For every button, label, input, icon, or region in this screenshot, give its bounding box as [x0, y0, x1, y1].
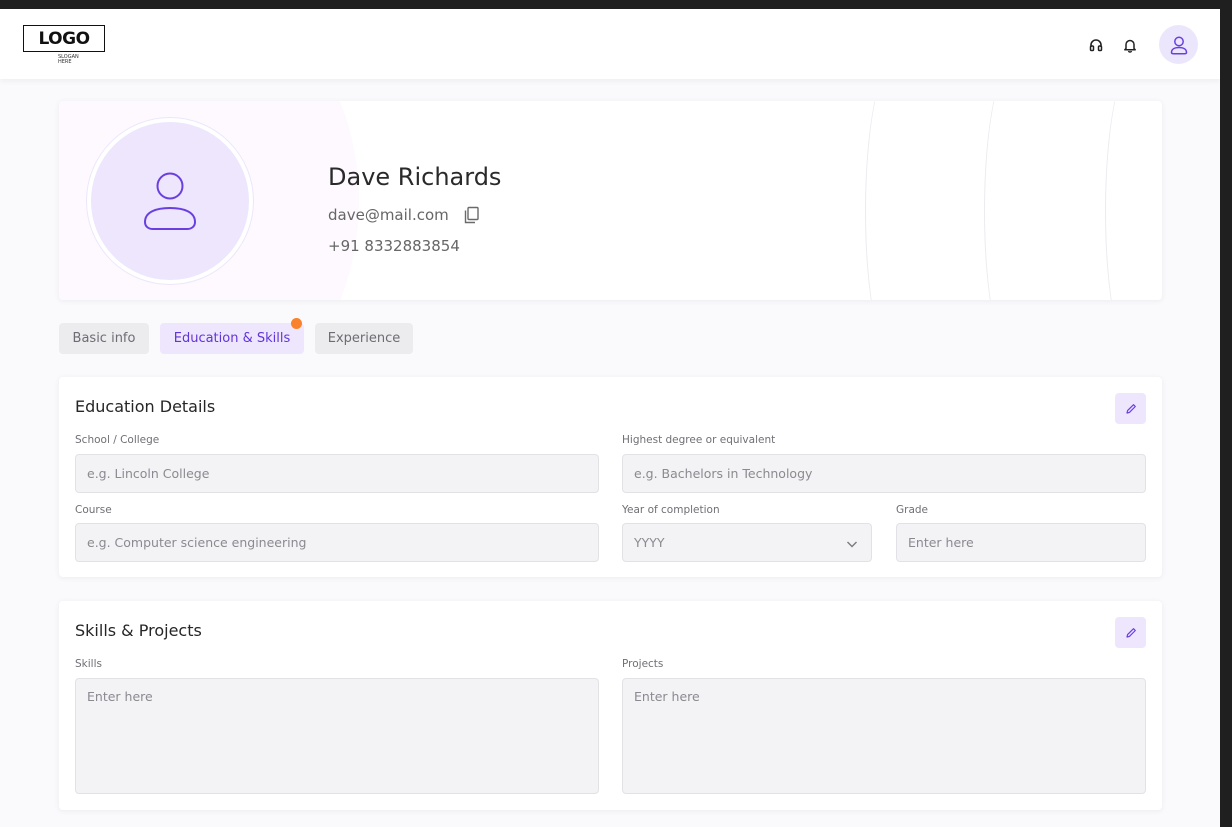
- school-input[interactable]: e.g. Lincoln College: [75, 454, 599, 493]
- bell-icon[interactable]: [1121, 36, 1139, 54]
- projects-placeholder: Enter here: [634, 689, 700, 704]
- skills-projects-card: Skills & Projects Skills Enter here Proj…: [59, 601, 1162, 810]
- app-window: LOGO SLOGAN HERE Dave Richards dave@mail.…: [0, 9, 1220, 827]
- year-label: Year of completion: [622, 504, 720, 516]
- user-icon: [1170, 36, 1187, 55]
- degree-placeholder: e.g. Bachelors in Technology: [634, 466, 813, 481]
- tab-label: Education & Skills: [173, 331, 291, 346]
- grade-placeholder: Enter here: [908, 535, 974, 550]
- school-label: School / College: [75, 434, 160, 446]
- skills-textarea[interactable]: Enter here: [75, 678, 599, 794]
- grade-label: Grade: [896, 504, 929, 516]
- logo[interactable]: LOGO: [23, 25, 105, 52]
- chevron-down-icon: [847, 541, 857, 548]
- tab-label: Experience: [327, 331, 401, 346]
- decorative-arc: [984, 101, 1044, 300]
- section-title: Education Details: [75, 397, 216, 416]
- notification-dot: [291, 318, 302, 329]
- copy-icon[interactable]: [462, 205, 482, 225]
- year-select[interactable]: YYYY: [622, 523, 872, 562]
- course-placeholder: e.g. Computer science engineering: [87, 535, 307, 550]
- edit-skills-button[interactable]: [1115, 617, 1146, 648]
- top-navbar: LOGO SLOGAN HERE: [0, 9, 1220, 79]
- user-icon: [143, 172, 197, 230]
- pencil-icon: [1125, 403, 1136, 414]
- degree-label: Highest degree or equivalent: [622, 434, 776, 446]
- profile-phone: +91 8332883854: [328, 237, 460, 255]
- profile-avatar[interactable]: [87, 118, 253, 284]
- section-title: Skills & Projects: [75, 621, 202, 640]
- profile-email: dave@mail.com: [328, 206, 449, 224]
- degree-input[interactable]: e.g. Bachelors in Technology: [622, 454, 1146, 493]
- profile-card: Dave Richards dave@mail.com +91 83328838…: [59, 101, 1162, 300]
- logo-slogan: SLOGAN HERE: [58, 55, 79, 65]
- year-value: YYYY: [634, 535, 665, 550]
- skills-label: Skills: [75, 658, 102, 670]
- projects-textarea[interactable]: Enter here: [622, 678, 1146, 794]
- logo-text: LOGO: [38, 28, 90, 49]
- decorative-arc: [865, 101, 925, 300]
- logo-slogan-line: HERE: [58, 59, 72, 65]
- grade-input[interactable]: Enter here: [896, 523, 1146, 562]
- school-placeholder: e.g. Lincoln College: [87, 466, 210, 481]
- headset-icon[interactable]: [1087, 36, 1105, 54]
- projects-label: Projects: [622, 658, 664, 670]
- user-avatar-button[interactable]: [1159, 25, 1198, 64]
- decorative-arc: [1105, 101, 1162, 300]
- tab-experience[interactable]: Experience: [315, 323, 413, 354]
- education-details-card: Education Details School / College e.g. …: [59, 377, 1162, 577]
- profile-name: Dave Richards: [328, 163, 502, 191]
- scrollbar[interactable]: [1220, 9, 1232, 827]
- course-input[interactable]: e.g. Computer science engineering: [75, 523, 599, 562]
- tab-education-skills[interactable]: Education & Skills: [160, 323, 304, 354]
- tab-basic-info[interactable]: Basic info: [59, 323, 149, 354]
- skills-placeholder: Enter here: [87, 689, 153, 704]
- tab-label: Basic info: [72, 331, 136, 346]
- edit-education-button[interactable]: [1115, 393, 1146, 424]
- pencil-icon: [1125, 627, 1136, 638]
- course-label: Course: [75, 504, 112, 516]
